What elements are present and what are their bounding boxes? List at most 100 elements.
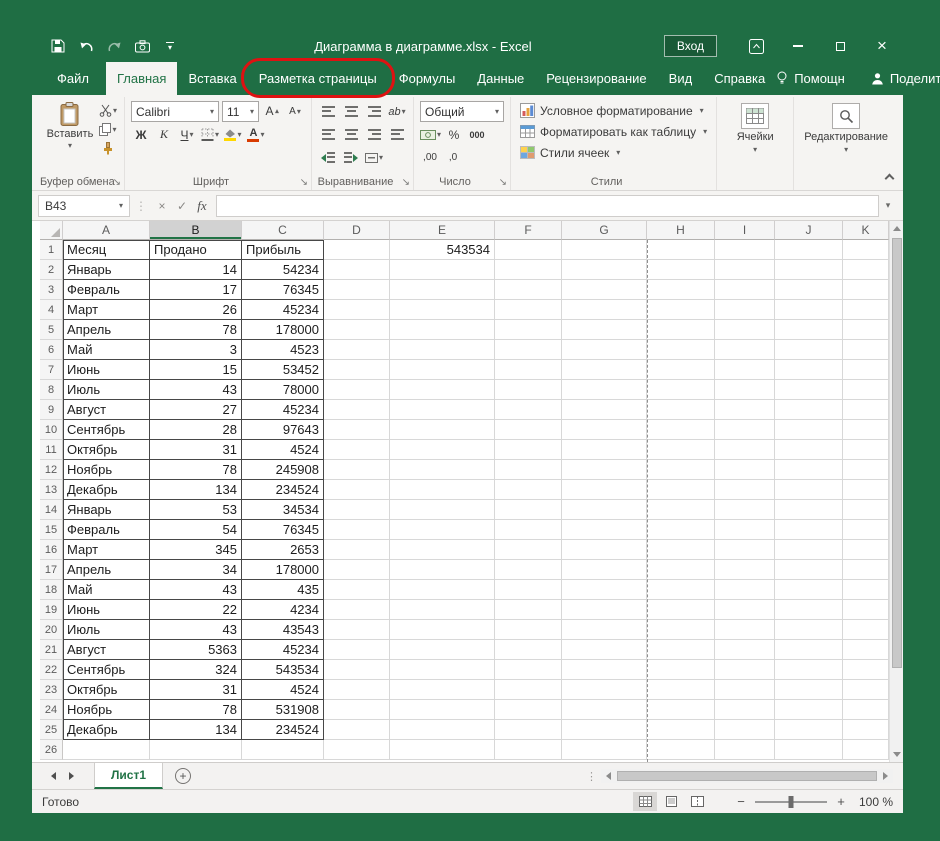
row-header-12[interactable]: 12: [40, 460, 63, 480]
cell-F13[interactable]: [495, 480, 562, 500]
tab-razmetka-stranitsy[interactable]: Разметка страницы: [240, 58, 395, 98]
dialog-launcher-icon[interactable]: ↘: [300, 177, 308, 188]
cell-A14[interactable]: Январь: [63, 500, 150, 520]
increase-font-button[interactable]: А ▾: [262, 102, 282, 122]
align-bottom-button[interactable]: [364, 102, 384, 122]
cell-I8[interactable]: [715, 380, 775, 400]
cell-C11[interactable]: 4524: [242, 440, 324, 460]
tab-vstavka[interactable]: Вставка: [177, 62, 247, 95]
row-header-23[interactable]: 23: [40, 680, 63, 700]
row-header-10[interactable]: 10: [40, 420, 63, 440]
assistant-button[interactable]: Помощн: [776, 71, 845, 86]
undo-button[interactable]: [74, 34, 98, 58]
cell-B25[interactable]: 134: [150, 720, 242, 740]
cell-H12[interactable]: [647, 460, 715, 480]
align-left-button[interactable]: [318, 125, 338, 145]
row-header-11[interactable]: 11: [40, 440, 63, 460]
cell-I15[interactable]: [715, 520, 775, 540]
cell-B11[interactable]: 31: [150, 440, 242, 460]
cell-K12[interactable]: [843, 460, 889, 480]
cell-I17[interactable]: [715, 560, 775, 580]
cell-I1[interactable]: [715, 240, 775, 260]
font-name-combo[interactable]: Calibri ▾: [131, 101, 219, 122]
cell-H9[interactable]: [647, 400, 715, 420]
cell-J13[interactable]: [775, 480, 843, 500]
cell-J25[interactable]: [775, 720, 843, 740]
cell-H20[interactable]: [647, 620, 715, 640]
cell-F19[interactable]: [495, 600, 562, 620]
font-size-combo[interactable]: 11 ▾: [222, 101, 259, 122]
column-header-A[interactable]: A: [63, 221, 150, 240]
cell-D18[interactable]: [324, 580, 390, 600]
cell-A19[interactable]: Июнь: [63, 600, 150, 620]
cell-F3[interactable]: [495, 280, 562, 300]
cell-C17[interactable]: 178000: [242, 560, 324, 580]
cell-F22[interactable]: [495, 660, 562, 680]
cell-A26[interactable]: [63, 740, 150, 760]
cell-F9[interactable]: [495, 400, 562, 420]
cell-K24[interactable]: [843, 700, 889, 720]
cell-F12[interactable]: [495, 460, 562, 480]
cell-K14[interactable]: [843, 500, 889, 520]
cell-D4[interactable]: [324, 300, 390, 320]
cell-H10[interactable]: [647, 420, 715, 440]
cell-C5[interactable]: 178000: [242, 320, 324, 340]
cell-J19[interactable]: [775, 600, 843, 620]
cell-G16[interactable]: [562, 540, 647, 560]
add-sheet-button[interactable]: +: [175, 768, 192, 784]
cell-I11[interactable]: [715, 440, 775, 460]
cell-G21[interactable]: [562, 640, 647, 660]
merge-center-button[interactable]: ▾: [364, 148, 384, 168]
cell-E3[interactable]: [390, 280, 495, 300]
cell-B21[interactable]: 5363: [150, 640, 242, 660]
cell-E15[interactable]: [390, 520, 495, 540]
ribbon-display-options-button[interactable]: [735, 30, 777, 62]
tabbar-splitter[interactable]: ⋮: [582, 770, 601, 783]
cell-G3[interactable]: [562, 280, 647, 300]
maximize-button[interactable]: [819, 30, 861, 62]
cell-A18[interactable]: Май: [63, 580, 150, 600]
cell-J10[interactable]: [775, 420, 843, 440]
paste-button[interactable]: Вставить ▾: [46, 100, 94, 157]
cell-A1[interactable]: Месяц: [63, 240, 150, 260]
row-header-16[interactable]: 16: [40, 540, 63, 560]
cell-C23[interactable]: 4524: [242, 680, 324, 700]
normal-view-button[interactable]: [633, 792, 657, 811]
fill-color-button[interactable]: ▾: [223, 125, 243, 145]
align-top-button[interactable]: [318, 102, 338, 122]
cell-H8[interactable]: [647, 380, 715, 400]
cell-J6[interactable]: [775, 340, 843, 360]
cell-B20[interactable]: 43: [150, 620, 242, 640]
cell-F4[interactable]: [495, 300, 562, 320]
row-header-19[interactable]: 19: [40, 600, 63, 620]
align-middle-button[interactable]: [341, 102, 361, 122]
cell-F25[interactable]: [495, 720, 562, 740]
cell-I26[interactable]: [715, 740, 775, 760]
cell-K26[interactable]: [843, 740, 889, 760]
cell-B1[interactable]: Продано: [150, 240, 242, 260]
scroll-down-button[interactable]: [890, 747, 903, 762]
cell-I5[interactable]: [715, 320, 775, 340]
tab-glavnaya[interactable]: Главная: [105, 62, 178, 95]
row-header-14[interactable]: 14: [40, 500, 63, 520]
cell-K3[interactable]: [843, 280, 889, 300]
cell-J12[interactable]: [775, 460, 843, 480]
cell-K4[interactable]: [843, 300, 889, 320]
cell-G4[interactable]: [562, 300, 647, 320]
cell-H16[interactable]: [647, 540, 715, 560]
cell-H2[interactable]: [647, 260, 715, 280]
cell-H1[interactable]: [647, 240, 715, 260]
cell-K6[interactable]: [843, 340, 889, 360]
cell-G9[interactable]: [562, 400, 647, 420]
cell-A24[interactable]: Ноябрь: [63, 700, 150, 720]
decrease-font-button[interactable]: А ▾: [285, 102, 305, 122]
row-header-9[interactable]: 9: [40, 400, 63, 420]
cell-A13[interactable]: Декабрь: [63, 480, 150, 500]
cell-C26[interactable]: [242, 740, 324, 760]
cell-J18[interactable]: [775, 580, 843, 600]
cell-I22[interactable]: [715, 660, 775, 680]
cell-F1[interactable]: [495, 240, 562, 260]
cell-D2[interactable]: [324, 260, 390, 280]
cell-K13[interactable]: [843, 480, 889, 500]
cell-F14[interactable]: [495, 500, 562, 520]
